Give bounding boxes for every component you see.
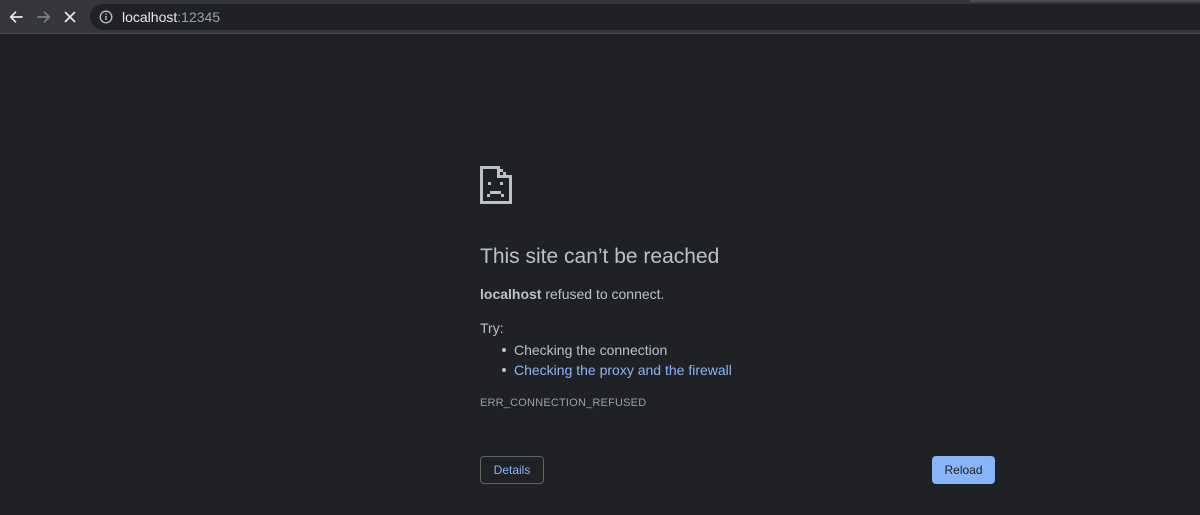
- back-button[interactable]: [4, 5, 28, 29]
- arrow-right-icon: [37, 11, 51, 23]
- url-text[interactable]: localhost:12345: [122, 9, 220, 25]
- arrow-left-icon: [9, 11, 23, 23]
- url-port: :12345: [177, 9, 221, 25]
- url-host: localhost: [122, 9, 178, 25]
- browser-toolbar: localhost:12345: [0, 0, 1200, 34]
- reload-button[interactable]: Reload: [932, 456, 995, 484]
- suggestion-list: Checking the connection Checking the pro…: [502, 340, 732, 380]
- page-title: This site can’t be reached: [480, 245, 720, 268]
- stop-loading-button[interactable]: [58, 5, 82, 29]
- info-icon[interactable]: [99, 10, 113, 24]
- details-button[interactable]: Details: [480, 456, 544, 484]
- error-code: ERR_CONNECTION_REFUSED: [480, 397, 647, 409]
- error-host: localhost: [480, 286, 542, 302]
- error-summary: localhost refused to connect.: [480, 286, 664, 302]
- close-icon: [64, 11, 76, 23]
- error-summary-text: refused to connect.: [541, 286, 665, 302]
- suggestion-check-proxy-link[interactable]: Checking the proxy and the firewall: [502, 360, 732, 380]
- sad-document-icon: [480, 166, 512, 204]
- tab-strip-edge: [970, 0, 1200, 2]
- address-bar[interactable]: localhost:12345: [90, 4, 1200, 30]
- suggestion-check-connection: Checking the connection: [502, 340, 732, 360]
- forward-button[interactable]: [32, 5, 56, 29]
- try-label: Try:: [480, 320, 504, 336]
